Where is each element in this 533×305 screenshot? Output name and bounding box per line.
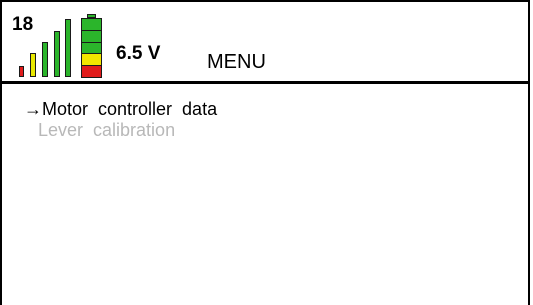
battery-voltage: 6.5 V [116, 43, 161, 64]
battery-cell-5 [82, 65, 101, 77]
signal-bar-4 [54, 31, 60, 77]
battery-icon [81, 14, 102, 78]
signal-bar-5 [65, 19, 71, 77]
signal-bar-3 [42, 42, 48, 77]
status-header: 18 6.5 V MENU [2, 2, 528, 84]
menu-list: →Motor controller data Lever calibration [24, 100, 217, 142]
signal-strength-icon [2, 2, 82, 82]
battery-cell-1 [82, 19, 101, 30]
battery-cell-2 [82, 29, 101, 42]
battery-cell-3 [82, 41, 101, 54]
signal-bar-1 [19, 66, 24, 77]
screen-title: MENU [207, 51, 266, 73]
device-screen: 18 6.5 V MENU →Motor controller data Lev… [0, 0, 530, 305]
menu-item-motor-controller-data[interactable]: →Motor controller data [24, 100, 217, 121]
signal-bar-2 [30, 53, 36, 77]
battery-body [81, 18, 102, 78]
battery-cell-4 [82, 53, 101, 66]
menu-item-lever-calibration: Lever calibration [38, 120, 176, 140]
